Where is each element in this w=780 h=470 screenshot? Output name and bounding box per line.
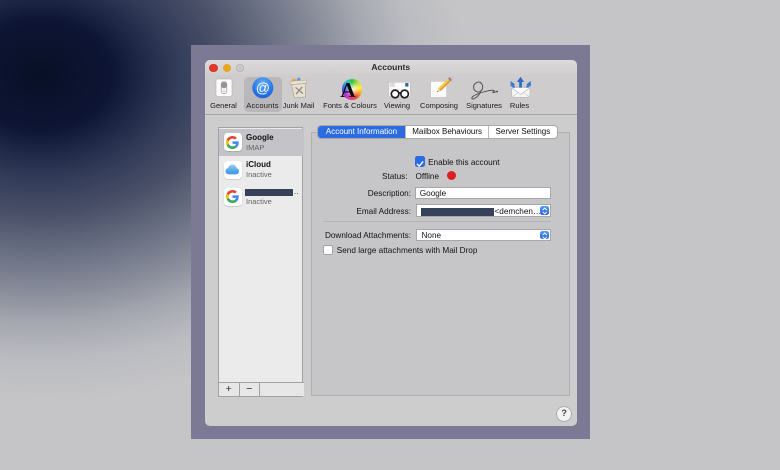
- svg-text:@: @: [255, 79, 269, 95]
